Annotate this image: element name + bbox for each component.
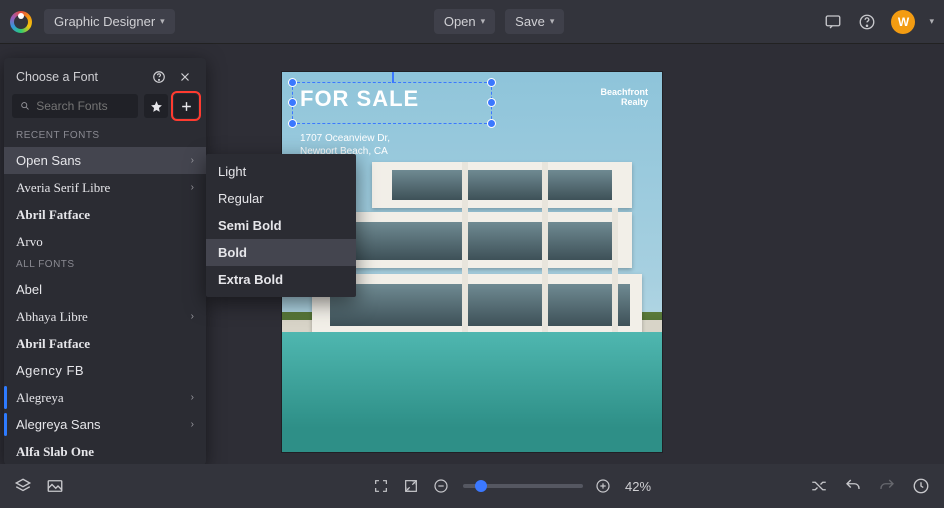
help-icon[interactable] — [150, 68, 168, 86]
font-item-alegreya-sans[interactable]: Alegreya Sans › — [4, 411, 206, 438]
address-line1: 1707 Oceanview Dr, — [300, 132, 390, 145]
font-name: Averia Serif Libre — [16, 180, 191, 196]
font-search[interactable] — [12, 94, 138, 118]
shuffle-icon[interactable] — [810, 477, 828, 495]
resize-handle[interactable] — [487, 119, 496, 128]
chevron-down-icon: ▾ — [481, 16, 486, 27]
bottombar: 42% — [0, 464, 944, 508]
zoom-thumb[interactable] — [475, 480, 487, 492]
open-label: Open — [444, 14, 476, 29]
resize-handle[interactable] — [487, 78, 496, 87]
font-name: Alegreya Sans — [16, 417, 191, 432]
history-icon[interactable] — [912, 477, 930, 495]
all-fonts-label: ALL FONTS — [4, 255, 206, 276]
weight-light[interactable]: Light — [206, 158, 356, 185]
weight-semibold[interactable]: Semi Bold — [206, 212, 356, 239]
topbar: Graphic Designer ▾ Open ▾ Save ▾ W ▾ — [0, 0, 944, 44]
font-panel-title: Choose a Font — [16, 70, 142, 84]
add-font-button[interactable] — [174, 94, 198, 118]
font-item-arvo[interactable]: Arvo — [4, 228, 206, 255]
gallery-icon[interactable] — [46, 477, 64, 495]
brand-text[interactable]: Beachfront Realty — [600, 88, 648, 108]
chevron-right-icon: › — [191, 392, 194, 403]
weight-extrabold[interactable]: Extra Bold — [206, 266, 356, 293]
chevron-down-icon[interactable]: ▾ — [929, 16, 934, 27]
font-name: Alegreya — [16, 390, 191, 406]
resize-handle[interactable] — [288, 119, 297, 128]
zoom-in-button[interactable] — [595, 478, 613, 494]
font-name: Abhaya Libre — [16, 309, 191, 325]
font-search-input[interactable] — [36, 99, 130, 113]
help-icon[interactable] — [857, 12, 877, 32]
font-item-alegreya[interactable]: Alegreya › — [4, 384, 206, 411]
mode-selector[interactable]: Graphic Designer ▾ — [44, 9, 175, 34]
layers-icon[interactable] — [14, 477, 32, 495]
font-item-abril-2[interactable]: Abril Fatface — [4, 330, 206, 357]
font-weight-flyout: Light Regular Semi Bold Bold Extra Bold — [206, 154, 356, 297]
weight-regular[interactable]: Regular — [206, 185, 356, 212]
favorites-button[interactable] — [144, 94, 168, 118]
resize-handle[interactable] — [487, 98, 496, 107]
font-item-averia[interactable]: Averia Serif Libre › — [4, 174, 206, 201]
font-item-agency[interactable]: Agency FB — [4, 357, 206, 384]
save-label: Save — [515, 14, 545, 29]
undo-icon[interactable] — [844, 477, 862, 495]
brand-line2: Realty — [600, 98, 648, 108]
fit-icon[interactable] — [373, 478, 391, 494]
zoom-out-button[interactable] — [433, 478, 451, 494]
chevron-down-icon: ▾ — [550, 16, 555, 27]
save-button[interactable]: Save ▾ — [505, 9, 564, 34]
feedback-icon[interactable] — [823, 12, 843, 32]
font-name: Abel — [16, 282, 194, 297]
app-logo — [10, 11, 32, 33]
redo-icon[interactable] — [878, 477, 896, 495]
font-name: Agency FB — [16, 363, 194, 378]
resize-handle[interactable] — [288, 98, 297, 107]
resize-handle[interactable] — [288, 78, 297, 87]
font-name: Abril Fatface — [16, 207, 194, 223]
search-icon — [20, 100, 30, 112]
font-item-alfa[interactable]: Alfa Slab One — [4, 438, 206, 465]
close-icon[interactable] — [176, 68, 194, 86]
font-name: Alfa Slab One — [16, 444, 194, 460]
avatar-letter: W — [898, 15, 909, 29]
font-name: Open Sans — [16, 153, 191, 168]
avatar[interactable]: W — [891, 10, 915, 34]
zoom-label: 42% — [625, 479, 651, 494]
mode-label: Graphic Designer — [54, 14, 155, 29]
plus-icon — [180, 100, 193, 113]
chevron-down-icon: ▾ — [160, 16, 165, 27]
font-item-open-sans[interactable]: Open Sans › — [4, 147, 206, 174]
selection-box[interactable] — [292, 82, 492, 124]
open-button[interactable]: Open ▾ — [434, 9, 495, 34]
font-item-abril[interactable]: Abril Fatface — [4, 201, 206, 228]
chevron-right-icon: › — [191, 311, 194, 322]
zoom-slider[interactable] — [463, 484, 583, 488]
font-panel: Choose a Font RECENT FONTS Open Sans › A… — [4, 58, 206, 465]
recent-fonts-label: RECENT FONTS — [4, 126, 206, 147]
star-icon — [150, 100, 163, 113]
font-name: Abril Fatface — [16, 336, 194, 352]
chevron-right-icon: › — [191, 419, 194, 430]
font-item-abel[interactable]: Abel — [4, 276, 206, 303]
chevron-right-icon: › — [191, 155, 194, 166]
font-name: Arvo — [16, 234, 194, 250]
weight-bold[interactable]: Bold — [206, 239, 356, 266]
font-item-abhaya[interactable]: Abhaya Libre › — [4, 303, 206, 330]
expand-icon[interactable] — [403, 478, 421, 494]
chevron-right-icon: › — [191, 182, 194, 193]
